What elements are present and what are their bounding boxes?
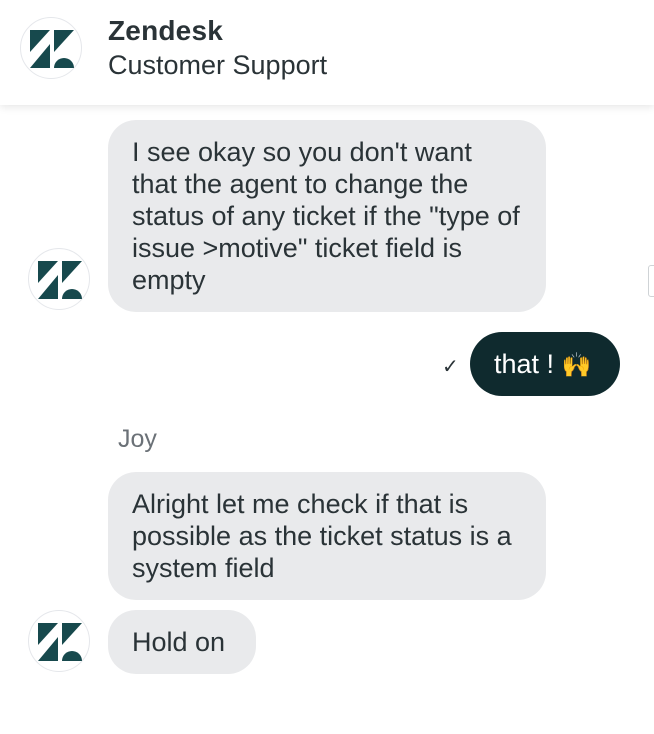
outgoing-message: that ! 🙌 [470,332,620,396]
raising-hands-emoji: 🙌 [561,351,592,379]
message-text: that ! [494,349,562,379]
message-text: Hold on [132,627,226,657]
incoming-message: Hold on [108,610,256,674]
incoming-message: Alright let me check if that is possible… [108,472,546,600]
zendesk-logo-icon [30,30,74,68]
message-text: Alright let me check if that is possible… [132,489,512,583]
checkmark-icon: ✓ [442,354,459,378]
scrollbar-thumb[interactable] [648,265,654,297]
sender-name: Joy [118,425,157,453]
zendesk-logo-avatar [20,17,82,79]
message-text: I see okay so you don't want that the ag… [132,137,520,295]
zendesk-logo-icon [38,261,82,299]
chat-header: Zendesk Customer Support [0,0,654,105]
brand-subtitle: Customer Support [108,50,328,80]
brand-title: Zendesk [108,15,223,46]
zendesk-logo-icon [38,623,82,661]
agent-avatar [28,610,90,672]
agent-avatar [28,248,90,310]
incoming-message: I see okay so you don't want that the ag… [108,120,546,312]
